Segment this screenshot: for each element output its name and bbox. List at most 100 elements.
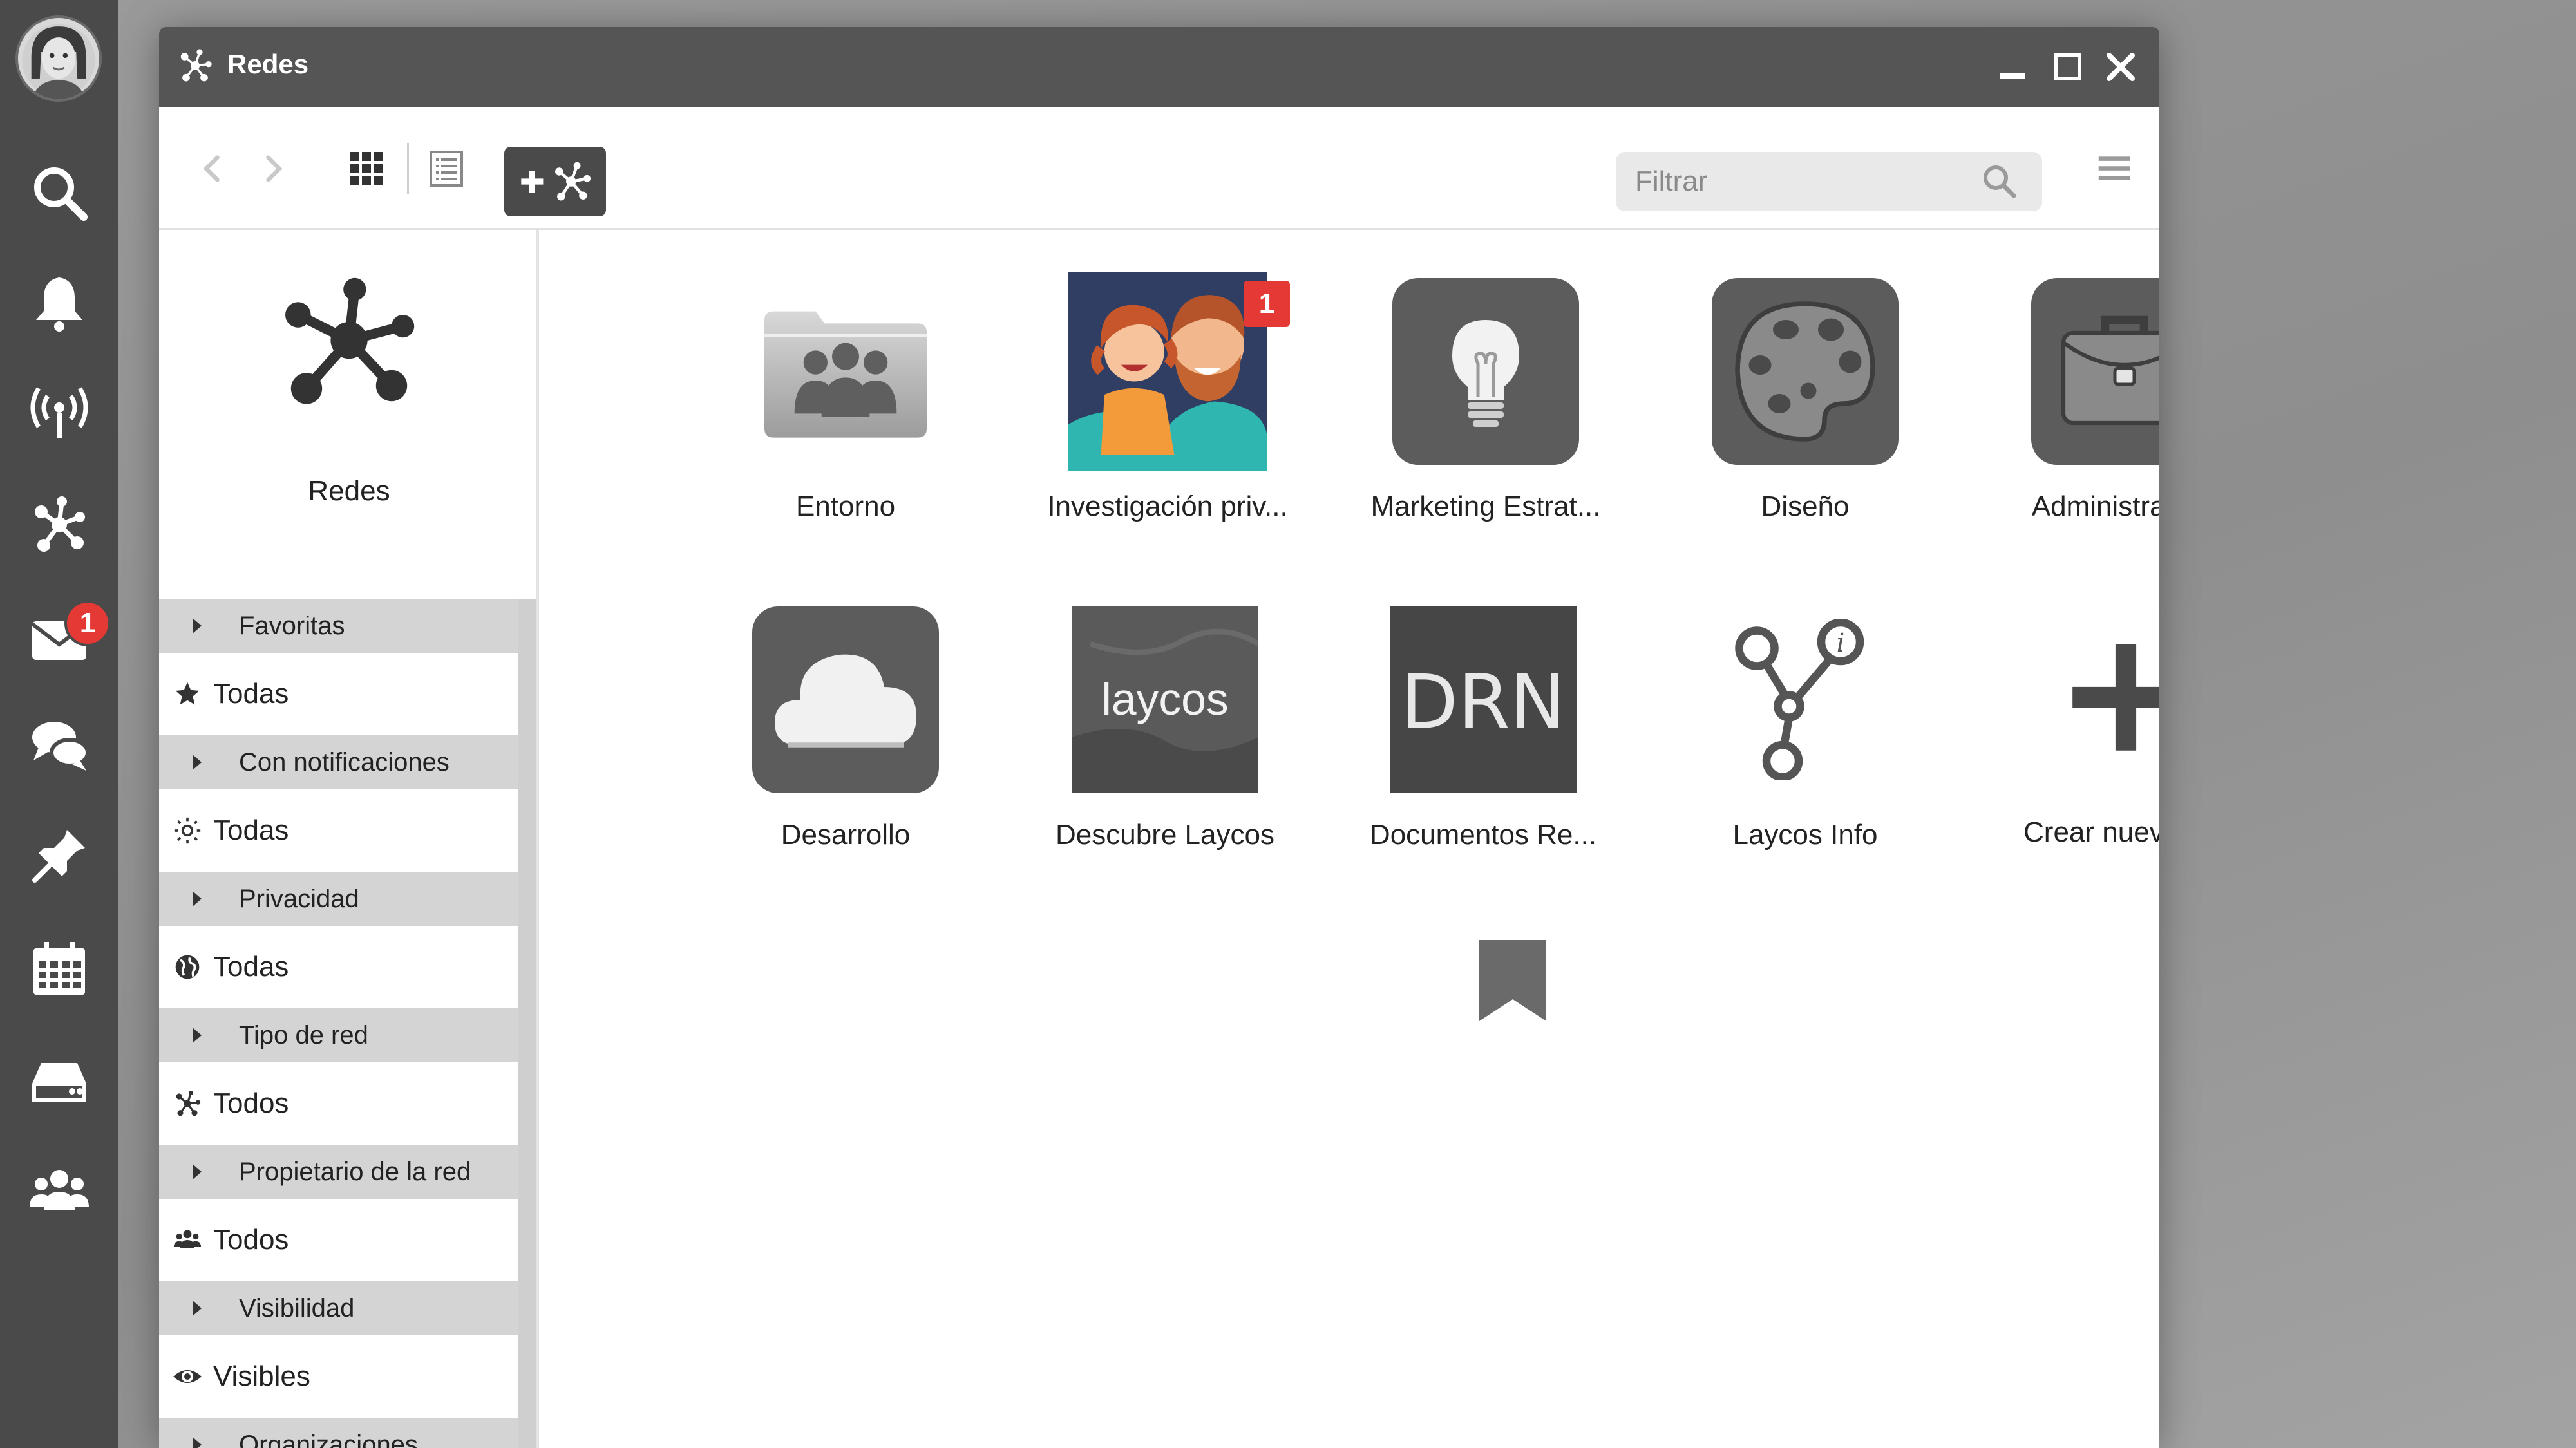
users-icon bbox=[30, 1170, 89, 1210]
option-label: Todas bbox=[213, 814, 289, 846]
toolbar-divider bbox=[407, 143, 409, 194]
caret-right-icon bbox=[193, 1301, 202, 1316]
network-tile[interactable]: 1 Investigación priv... bbox=[1032, 272, 1303, 561]
option-propietario-todos[interactable]: Todos bbox=[159, 1199, 518, 1281]
dock-groups[interactable] bbox=[0, 1143, 118, 1240]
eye-icon bbox=[173, 1370, 202, 1383]
section-label: Tipo de red bbox=[239, 1020, 368, 1049]
option-privacidad-todas[interactable]: Todas bbox=[159, 926, 518, 1008]
network-name: Desarrollo bbox=[781, 819, 911, 851]
section-visibilidad[interactable]: Visibilidad bbox=[159, 1281, 518, 1335]
option-label: Todos bbox=[213, 1087, 289, 1119]
section-privacidad[interactable]: Privacidad bbox=[159, 872, 518, 926]
network-tile[interactable]: Diseño bbox=[1670, 278, 1940, 561]
calendar-icon bbox=[33, 942, 85, 995]
section-favoritas[interactable]: Favoritas bbox=[159, 599, 518, 653]
network-tile[interactable]: i Laycos Info bbox=[1670, 606, 1940, 890]
minimize-icon[interactable] bbox=[1996, 50, 2029, 84]
network-icon bbox=[285, 277, 415, 404]
caret-right-icon bbox=[193, 1437, 202, 1448]
palette-icon bbox=[1712, 278, 1899, 465]
networks-window: Redes Filtrar Redes Favoritas Todas Con … bbox=[159, 27, 2159, 1448]
network-name: Administración bbox=[2031, 491, 2159, 522]
caret-right-icon bbox=[193, 1164, 202, 1180]
dock-chat[interactable] bbox=[0, 697, 118, 793]
network-name: Diseño bbox=[1761, 491, 1850, 522]
family-photo bbox=[1068, 272, 1267, 471]
option-notificaciones-todas[interactable]: Todas bbox=[159, 789, 518, 872]
sidebar-scrollbar[interactable] bbox=[518, 599, 536, 1448]
network-tile[interactable]: Desarrollo bbox=[710, 606, 981, 890]
maximize-icon[interactable] bbox=[2051, 50, 2085, 84]
bookmark-icon[interactable] bbox=[1479, 940, 1546, 1021]
chevron-right-icon bbox=[266, 155, 283, 182]
network-name: Descubre Laycos bbox=[1056, 819, 1274, 851]
laycos-logo: laycos bbox=[1072, 606, 1258, 793]
add-network-icon bbox=[521, 162, 591, 201]
briefcase-icon bbox=[2031, 278, 2159, 465]
list-icon bbox=[430, 151, 463, 187]
toolbar bbox=[159, 107, 2159, 230]
network-tile[interactable]: Administración bbox=[1989, 278, 2159, 561]
dock-calendar[interactable] bbox=[0, 921, 118, 1017]
network-tile[interactable]: Entorno bbox=[710, 278, 981, 561]
forward-button[interactable] bbox=[247, 143, 298, 194]
folder-users-icon bbox=[752, 278, 939, 465]
chevron-left-icon bbox=[203, 155, 220, 182]
back-button[interactable] bbox=[187, 143, 239, 194]
filter-input[interactable] bbox=[1635, 152, 1983, 211]
pin-icon bbox=[32, 830, 85, 883]
option-visibles[interactable]: Visibles bbox=[159, 1335, 518, 1418]
list-view-button[interactable] bbox=[421, 143, 472, 194]
cloud-icon bbox=[752, 606, 939, 793]
option-label: Todos bbox=[213, 1224, 289, 1255]
section-tipo-red[interactable]: Tipo de red bbox=[159, 1008, 518, 1062]
section-label: Organizaciones bbox=[239, 1430, 418, 1448]
create-network-tile[interactable]: Crear nueva red bbox=[1991, 604, 2159, 887]
caret-right-icon bbox=[193, 891, 202, 907]
section-propietario[interactable]: Propietario de la red bbox=[159, 1145, 518, 1199]
grid-view-button[interactable] bbox=[341, 143, 392, 194]
plus-icon bbox=[2032, 604, 2159, 791]
drn-logo: DRN bbox=[1390, 606, 1577, 793]
network-icon bbox=[180, 49, 212, 82]
dock-live[interactable] bbox=[0, 364, 118, 461]
menu-button[interactable] bbox=[2088, 143, 2140, 194]
close-icon[interactable] bbox=[2104, 50, 2137, 84]
network-tile[interactable]: Marketing Estrat... bbox=[1350, 278, 1621, 561]
network-icon bbox=[176, 1090, 201, 1116]
user-avatar[interactable] bbox=[15, 15, 102, 102]
search-icon[interactable] bbox=[1980, 162, 2019, 201]
caret-right-icon bbox=[193, 755, 202, 770]
laycos-logo-text: laycos bbox=[1101, 674, 1228, 724]
section-label: Favoritas bbox=[239, 611, 345, 640]
network-icon bbox=[35, 496, 85, 552]
sidebar-title: Redes bbox=[308, 475, 390, 507]
dock-storage[interactable] bbox=[0, 1033, 118, 1129]
option-label: Visibles bbox=[213, 1360, 310, 1392]
dock-pinned[interactable] bbox=[0, 807, 118, 904]
option-tipo-todos[interactable]: Todos bbox=[159, 1062, 518, 1145]
caret-right-icon bbox=[193, 618, 202, 634]
network-name: Entorno bbox=[795, 491, 896, 522]
dock-networks[interactable] bbox=[0, 476, 118, 573]
dock-messages[interactable]: 1 bbox=[0, 591, 118, 688]
window-titlebar[interactable]: Redes bbox=[159, 27, 2159, 107]
section-label: Con notificaciones bbox=[239, 748, 450, 776]
filter-box bbox=[1616, 152, 2042, 211]
section-label: Propietario de la red bbox=[239, 1157, 471, 1186]
network-tile[interactable]: laycos Descubre Laycos bbox=[1030, 606, 1300, 890]
dock-notifications[interactable] bbox=[0, 255, 118, 352]
network-tile[interactable]: DRN Documentos Re... bbox=[1348, 606, 1618, 890]
section-notificaciones[interactable]: Con notificaciones bbox=[159, 735, 518, 789]
drn-logo-text: DRN bbox=[1401, 659, 1566, 746]
section-organizaciones[interactable]: Organizaciones bbox=[159, 1418, 518, 1448]
mail-badge: 1 bbox=[64, 600, 111, 646]
create-network-button[interactable] bbox=[504, 147, 606, 216]
filter-sidebar: Redes Favoritas Todas Con notificaciones… bbox=[159, 230, 539, 1448]
network-name: Crear nueva red bbox=[2023, 816, 2159, 848]
caret-right-icon bbox=[193, 1028, 202, 1043]
option-favoritas-todas[interactable]: Todas bbox=[159, 653, 518, 735]
users-icon bbox=[173, 1230, 202, 1248]
dock-search[interactable] bbox=[0, 144, 118, 241]
